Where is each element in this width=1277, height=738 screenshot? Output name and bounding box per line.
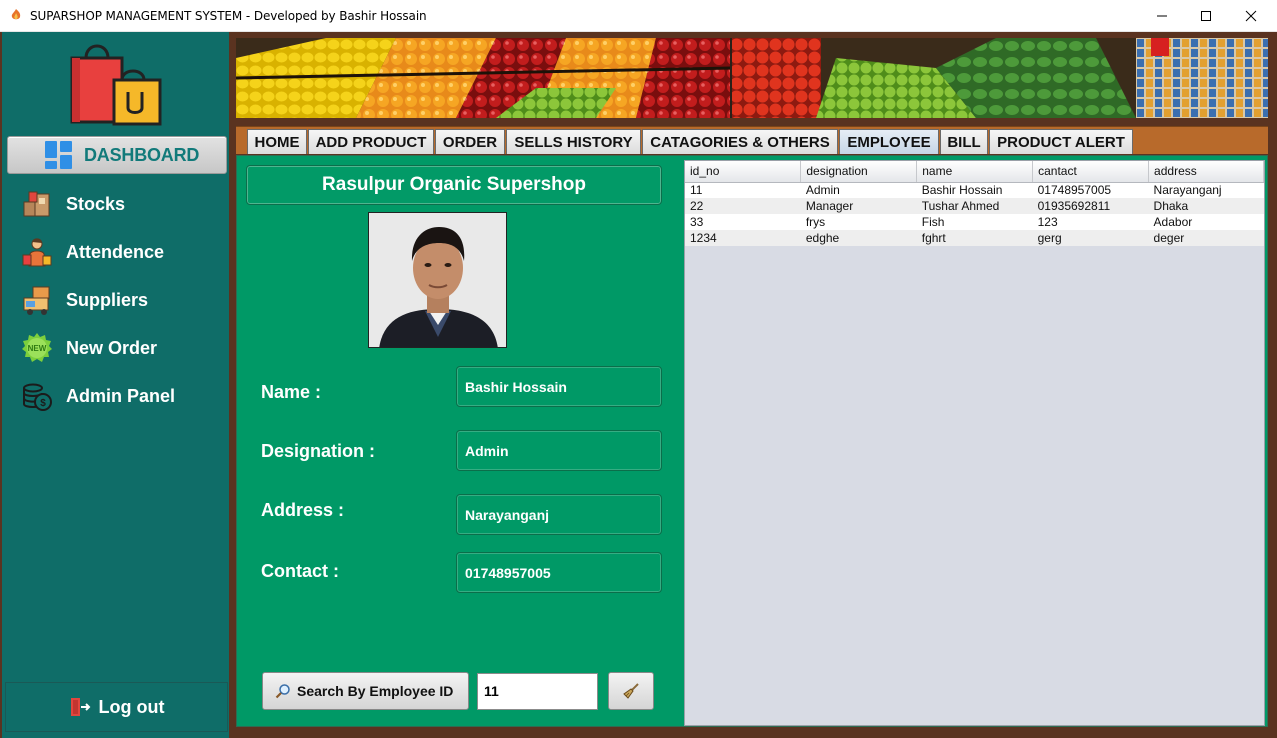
sidebar-item-label: New Order xyxy=(66,337,158,358)
employee-id-input[interactable]: 11 xyxy=(477,673,598,710)
search-by-employee-id-button[interactable]: Search By Employee ID xyxy=(262,672,469,710)
new-badge-icon: NEW xyxy=(20,331,54,365)
tab-product-alert[interactable]: PRODUCT ALERT xyxy=(989,129,1133,154)
banner-image xyxy=(236,38,1268,118)
designation-field[interactable]: Admin xyxy=(456,430,662,471)
tab-order[interactable]: ORDER xyxy=(435,129,505,154)
tab-add-product[interactable]: ADD PRODUCT xyxy=(308,129,434,154)
broom-icon xyxy=(623,683,639,699)
sidebar-item-new-order[interactable]: NEW New Order xyxy=(20,330,220,366)
table-header-row: id_no designation name cantact address xyxy=(685,161,1264,183)
table-cell: gerg xyxy=(1032,230,1149,246)
table-cell: Admin xyxy=(800,182,917,198)
address-field[interactable]: Narayanganj xyxy=(456,494,662,535)
delivery-icon xyxy=(20,283,54,317)
sidebar-item-stocks[interactable]: Stocks xyxy=(20,186,220,222)
table-cell: 33 xyxy=(685,214,801,230)
svg-text:$: $ xyxy=(40,398,46,409)
tab-strip: HOME ADD PRODUCT ORDER SELLS HISTORY CAT… xyxy=(236,126,1268,154)
dashboard-button[interactable]: DASHBOARD xyxy=(7,136,227,174)
logout-button[interactable]: Log out xyxy=(5,682,228,732)
table-cell: fghrt xyxy=(916,230,1033,246)
maximize-icon xyxy=(1201,11,1211,21)
column-header-contact[interactable]: cantact xyxy=(1032,161,1150,183)
table-cell: Adabor xyxy=(1148,214,1264,230)
shop-name: Rasulpur Organic Supershop xyxy=(246,165,662,205)
column-header-name[interactable]: name xyxy=(916,161,1034,183)
shopping-bags-logo xyxy=(70,44,162,126)
table-cell: 123 xyxy=(1032,214,1149,230)
table-cell: Narayanganj xyxy=(1148,182,1264,198)
employee-table: id_no designation name cantact address 1… xyxy=(684,160,1265,726)
search-button-label: Search By Employee ID xyxy=(297,683,454,699)
name-field[interactable]: Bashir Hossain xyxy=(456,366,662,407)
sidebar: DASHBOARD Stocks Attendence Suppliers NE… xyxy=(2,32,229,738)
minimize-button[interactable] xyxy=(1139,0,1185,32)
window-title: SUPARSHOP MANAGEMENT SYSTEM - Developed … xyxy=(30,9,427,23)
search-icon xyxy=(275,684,290,699)
table-cell: Bashir Hossain xyxy=(916,182,1033,198)
table-row[interactable]: 1234 edghe fghrt gerg deger xyxy=(685,230,1264,246)
table-row[interactable]: 33 frys Fish 123 Adabor xyxy=(685,214,1264,230)
close-icon xyxy=(1245,10,1257,22)
table-row[interactable]: 22 Manager Tushar Ahmed 01935692811 Dhak… xyxy=(685,198,1264,214)
app-icon xyxy=(11,9,21,20)
table-cell: Tushar Ahmed xyxy=(916,198,1033,214)
close-button[interactable] xyxy=(1228,0,1274,32)
table-cell: edghe xyxy=(800,230,917,246)
table-row[interactable]: 11 Admin Bashir Hossain 01748957005 Nara… xyxy=(685,182,1264,198)
table-cell: 01748957005 xyxy=(1032,182,1149,198)
name-label: Name : xyxy=(261,382,322,402)
table-cell: frys xyxy=(800,214,917,230)
table-cell: Manager xyxy=(800,198,917,214)
table-cell: 11 xyxy=(685,182,801,198)
sidebar-item-label: Attendence xyxy=(66,241,165,262)
dashboard-icon xyxy=(45,141,72,169)
sidebar-item-admin-panel[interactable]: $ Admin Panel xyxy=(20,378,220,414)
table-cell: deger xyxy=(1148,230,1264,246)
tab-sells-history[interactable]: SELLS HISTORY xyxy=(506,129,641,154)
minimize-icon xyxy=(1157,15,1167,17)
address-label: Address : xyxy=(261,500,345,520)
column-header-id-no[interactable]: id_no xyxy=(685,161,802,183)
column-header-designation[interactable]: designation xyxy=(800,161,918,183)
tab-employee[interactable]: EMPLOYEE xyxy=(839,129,939,154)
table-cell: 22 xyxy=(685,198,801,214)
employee-panel: Rasulpur Organic Supershop Name : Bashir… xyxy=(236,155,1268,727)
sidebar-item-label: Suppliers xyxy=(66,289,149,310)
sidebar-item-label: Stocks xyxy=(66,193,126,214)
table-cell: Fish xyxy=(916,214,1033,230)
tab-categories-others[interactable]: CATAGORIES & OTHERS xyxy=(642,129,838,154)
boxes-icon xyxy=(20,187,54,221)
title-bar: SUPARSHOP MANAGEMENT SYSTEM - Developed … xyxy=(0,0,1277,32)
sidebar-item-suppliers[interactable]: Suppliers xyxy=(20,282,220,318)
tab-home[interactable]: HOME xyxy=(247,129,307,154)
maximize-button[interactable] xyxy=(1183,0,1229,32)
logout-icon xyxy=(70,698,90,716)
coins-icon: $ xyxy=(20,379,54,413)
svg-text:NEW: NEW xyxy=(28,344,47,353)
designation-label: Designation : xyxy=(261,441,376,461)
contact-field[interactable]: 01748957005 xyxy=(456,552,662,593)
column-header-address[interactable]: address xyxy=(1148,161,1264,183)
logout-label: Log out xyxy=(98,696,165,717)
table-cell: Dhaka xyxy=(1148,198,1264,214)
contact-label: Contact : xyxy=(261,561,339,581)
sidebar-item-attendence[interactable]: Attendence xyxy=(20,234,220,270)
shopper-icon xyxy=(20,235,54,269)
table-cell: 01935692811 xyxy=(1032,198,1149,214)
table-cell: 1234 xyxy=(685,230,801,246)
tab-bill[interactable]: BILL xyxy=(940,129,988,154)
dashboard-label: DASHBOARD xyxy=(84,144,200,165)
employee-photo xyxy=(368,212,507,348)
clear-button[interactable] xyxy=(608,672,654,710)
sidebar-item-label: Admin Panel xyxy=(66,385,176,406)
